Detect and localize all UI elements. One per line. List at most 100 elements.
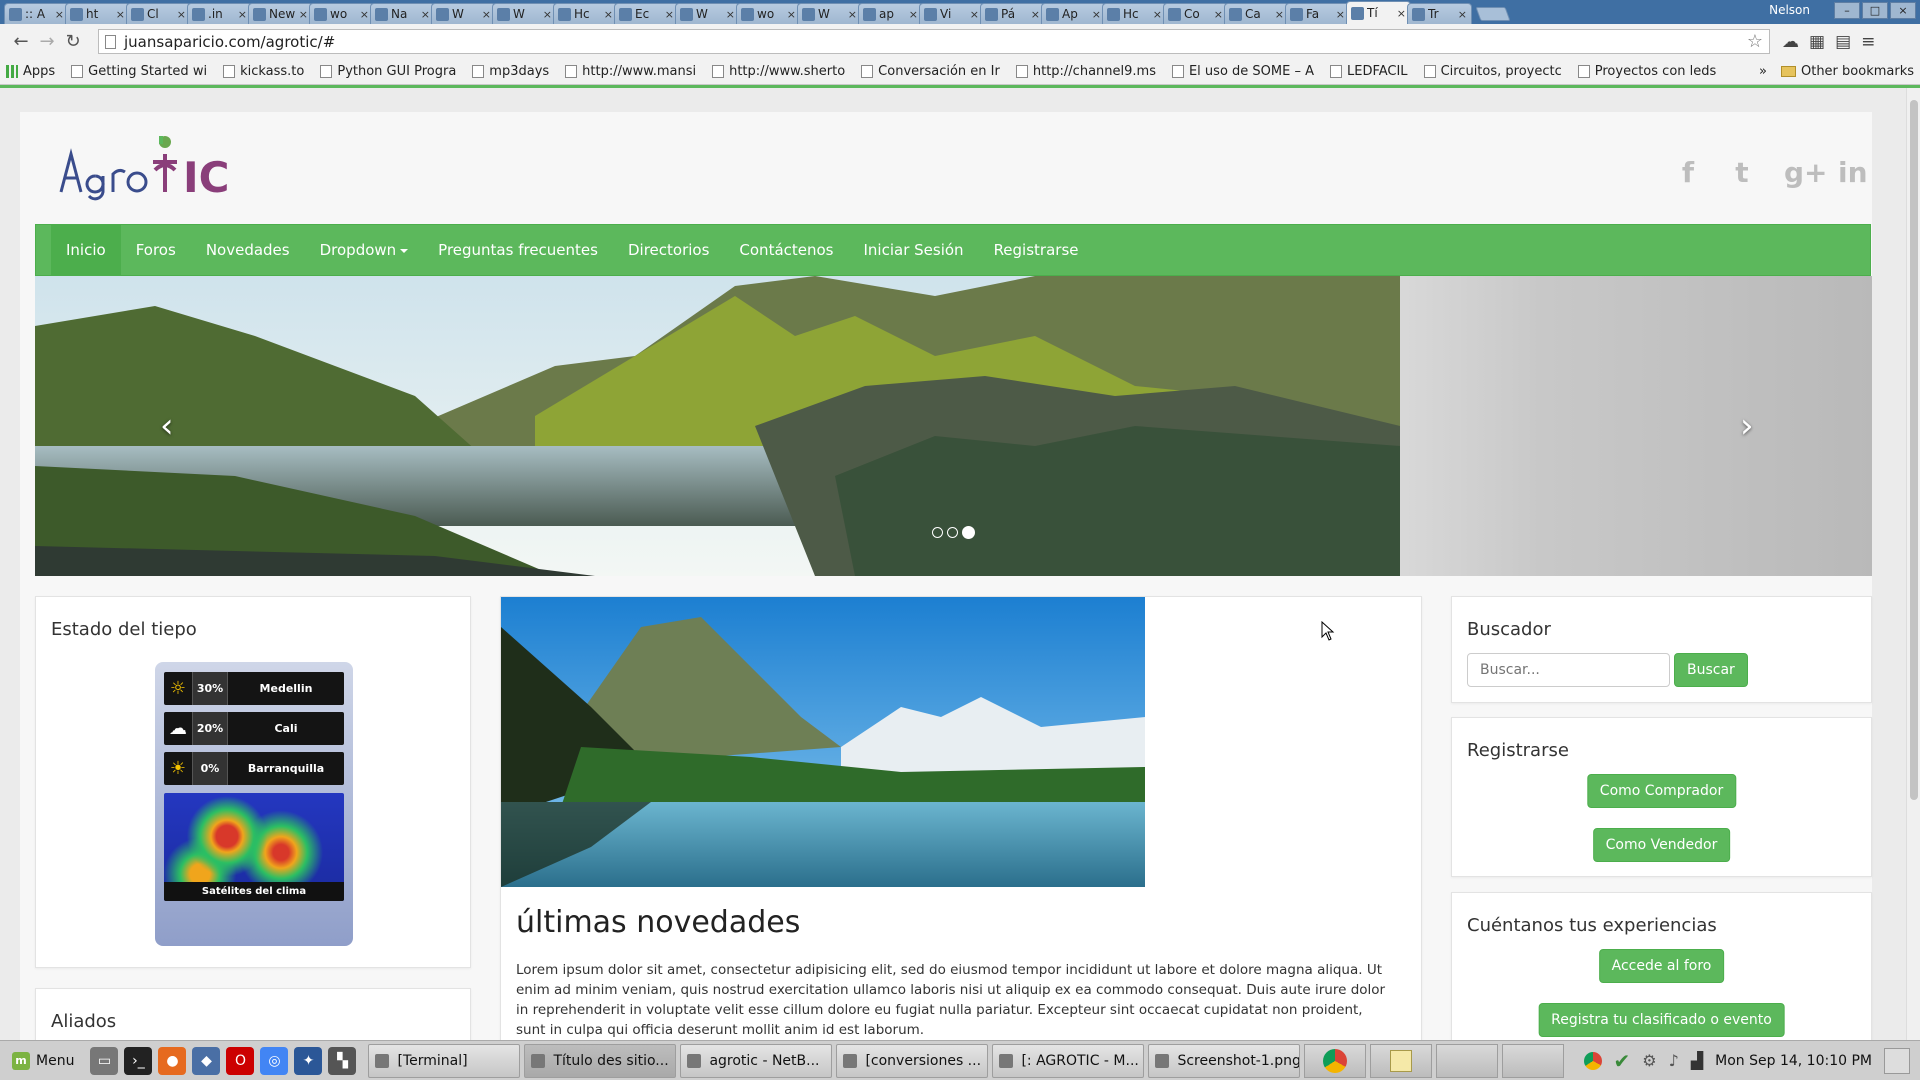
browser-tab[interactable]: Tr ×	[1407, 3, 1472, 24]
taskbar-window[interactable]: [: AGROTIC - M...	[992, 1043, 1145, 1078]
carousel-prev-icon[interactable]: ‹	[160, 406, 174, 446]
browser-tab[interactable]: Fa ×	[1285, 3, 1350, 24]
tab-close-icon[interactable]: ×	[421, 8, 430, 21]
browser-tab[interactable]: W ×	[431, 3, 496, 24]
tab-close-icon[interactable]: ×	[848, 8, 857, 21]
terminal-icon[interactable]: ›_	[124, 1046, 153, 1075]
taskbar-window[interactable]: agrotic - NetB...	[680, 1043, 833, 1078]
tab-close-icon[interactable]: ×	[482, 8, 491, 21]
tab-close-icon[interactable]: ×	[116, 8, 125, 21]
nav-contactenos[interactable]: Contáctenos	[724, 225, 848, 275]
browser-tab[interactable]: Ec ×	[614, 3, 679, 24]
bookmark-star-icon[interactable]: ☆	[1747, 31, 1763, 52]
forward-icon[interactable]: →	[34, 31, 60, 52]
browser-tab[interactable]: Co ×	[1163, 3, 1228, 24]
register-seller-button[interactable]: Como Vendedor	[1592, 828, 1731, 862]
browser-tab[interactable]: Pá ×	[980, 3, 1045, 24]
carousel-indicator[interactable]	[932, 527, 943, 538]
shield-check-icon[interactable]: ✔	[1614, 1049, 1631, 1073]
nav-iniciar-sesion[interactable]: Iniciar Sesión	[849, 225, 979, 275]
show-desktop-icon[interactable]: ▭	[90, 1046, 119, 1075]
empty-workspace[interactable]	[1502, 1043, 1565, 1078]
carousel-indicator-active[interactable]	[962, 526, 975, 539]
bookmark-item[interactable]: Python GUI Progra	[320, 64, 456, 79]
bookmarks-more-button[interactable]: »	[1759, 64, 1767, 79]
new-tab-button[interactable]	[1475, 7, 1511, 21]
address-bar[interactable]: juansaparicio.com/agrotic/# ☆	[98, 29, 1770, 54]
browser-tab[interactable]: Hc ×	[553, 3, 618, 24]
close-window-icon[interactable]: ×	[1890, 2, 1916, 19]
browser-tab[interactable]: W ×	[492, 3, 557, 24]
nav-foros[interactable]: Foros	[121, 225, 191, 275]
browser-tab[interactable]: .in ×	[187, 3, 252, 24]
tab-close-icon[interactable]: ×	[726, 8, 735, 21]
search-input[interactable]	[1467, 653, 1670, 687]
cloud-icon[interactable]: ☁	[1782, 32, 1799, 52]
nav-registrarse[interactable]: Registrarse	[979, 225, 1094, 275]
facebook-icon[interactable]: f	[1676, 156, 1700, 189]
browser-tab[interactable]: :: A ×	[4, 3, 69, 24]
apps-bookmark[interactable]: Apps	[6, 64, 55, 79]
tab-close-icon[interactable]: ×	[1458, 8, 1467, 21]
browser-tab[interactable]: W ×	[797, 3, 862, 24]
taskbar-window[interactable]: Título des sitio...	[524, 1043, 677, 1078]
tab-close-icon[interactable]: ×	[1153, 8, 1162, 21]
nav-dropdown[interactable]: Dropdown	[305, 225, 424, 275]
tab-close-icon[interactable]: ×	[604, 8, 613, 21]
reader-icon[interactable]: ▤	[1835, 32, 1851, 52]
browser-tab[interactable]: ht ×	[65, 3, 130, 24]
bookmark-item[interactable]: Conversación en Ir	[861, 64, 1000, 79]
search-button[interactable]: Buscar	[1674, 653, 1748, 687]
volume-icon[interactable]: ♪	[1669, 1051, 1679, 1070]
bookmark-item[interactable]: Getting Started wi	[71, 64, 207, 79]
bookmark-item[interactable]: LEDFACIL	[1329, 64, 1408, 79]
page-scrollbar[interactable]	[1906, 88, 1920, 1040]
browser-tab[interactable]: ap ×	[858, 3, 923, 24]
linkedin-icon[interactable]: in	[1838, 156, 1868, 189]
bookmark-item[interactable]: Proyectos con leds	[1577, 64, 1716, 79]
profile-name[interactable]: Nelson	[1769, 3, 1810, 17]
extension-icon[interactable]: ▦	[1809, 32, 1825, 52]
taskbar-window[interactable]: [conversiones ...	[836, 1043, 989, 1078]
clapper-icon[interactable]: ▚	[328, 1046, 357, 1075]
chrome-icon[interactable]: ◎	[260, 1046, 289, 1075]
tab-close-icon[interactable]: ×	[299, 8, 308, 21]
url-text[interactable]: juansaparicio.com/agrotic/#	[124, 33, 1747, 51]
netbeans-icon[interactable]: ✦	[294, 1046, 323, 1075]
tab-close-icon[interactable]: ×	[1031, 8, 1040, 21]
bookmark-item[interactable]: http://channel9.ms	[1015, 64, 1156, 79]
carousel-indicator[interactable]	[947, 527, 958, 538]
browser-tab[interactable]: New ×	[248, 3, 313, 24]
tab-close-icon[interactable]: ×	[543, 8, 552, 21]
browser-tab[interactable]: Ap ×	[1041, 3, 1106, 24]
browser-tab[interactable]: wo ×	[736, 3, 801, 24]
bookmark-item[interactable]: mp3days	[472, 64, 549, 79]
bookmark-item[interactable]: http://www.sherto	[712, 64, 845, 79]
firefox-icon[interactable]: ●	[158, 1046, 187, 1075]
tab-close-icon[interactable]: ×	[238, 8, 247, 21]
tab-close-icon[interactable]: ×	[360, 8, 369, 21]
other-bookmarks[interactable]: Other bookmarks	[1780, 64, 1914, 79]
classified-button[interactable]: Registra tu clasificado o evento	[1538, 1003, 1785, 1037]
bookmark-item[interactable]: kickass.to	[223, 64, 304, 79]
tab-close-icon[interactable]: ×	[909, 8, 918, 21]
back-icon[interactable]: ←	[8, 31, 34, 52]
tab-close-icon[interactable]: ×	[787, 8, 796, 21]
reload-icon[interactable]: ↻	[60, 31, 86, 52]
tab-close-icon[interactable]: ×	[665, 8, 674, 21]
browser-tab[interactable]: Tí ×	[1346, 1, 1411, 24]
signal-bars-icon[interactable]: ▟	[1691, 1051, 1703, 1070]
virtualbox-icon[interactable]: ◆	[192, 1046, 221, 1075]
start-menu-button[interactable]: m Menu	[4, 1044, 82, 1078]
browser-tab[interactable]: Ca ×	[1224, 3, 1289, 24]
bookmark-item[interactable]: http://www.mansi	[565, 64, 696, 79]
taskbar-window[interactable]: [Terminal]	[368, 1043, 521, 1078]
browser-tab[interactable]: W ×	[675, 3, 740, 24]
nav-preguntas[interactable]: Preguntas frecuentes	[423, 225, 613, 275]
nav-novedades[interactable]: Novedades	[191, 225, 305, 275]
taskbar-window[interactable]: Screenshot-1.png	[1148, 1043, 1301, 1078]
tab-close-icon[interactable]: ×	[1275, 8, 1284, 21]
nav-directorios[interactable]: Directorios	[613, 225, 724, 275]
browser-tab[interactable]: Vi ×	[919, 3, 984, 24]
maximize-icon[interactable]: □	[1862, 2, 1888, 19]
